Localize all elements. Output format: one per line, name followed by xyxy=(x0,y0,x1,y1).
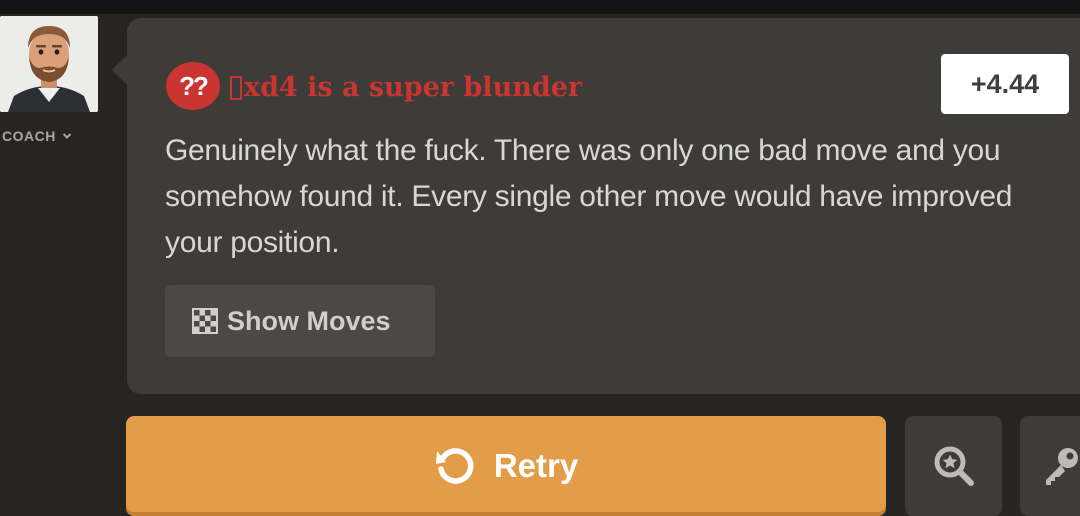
verdict-label: xd4 is a super blunder xyxy=(244,71,583,103)
retry-label: Retry xyxy=(493,447,579,484)
blunder-badge: ?? xyxy=(166,62,220,110)
evaluation-badge: +4.44 xyxy=(941,54,1069,114)
show-moves-button[interactable]: Show Moves xyxy=(165,285,435,357)
analysis-button[interactable] xyxy=(905,416,1002,516)
show-moves-label: Show Moves xyxy=(227,305,391,336)
coach-message: Genuinely what the fuck. There was only … xyxy=(165,134,1013,259)
retry-icon xyxy=(435,448,474,484)
chessboard-icon xyxy=(192,308,218,334)
bearded-man-avatar-icon xyxy=(0,16,98,112)
key-icon xyxy=(1046,448,1078,485)
coach-dropdown[interactable]: COACH xyxy=(2,128,72,144)
key-button[interactable] xyxy=(1020,416,1080,516)
coach-panel: COACH ?? xd4 is a super blunder +4.44 Ge… xyxy=(0,0,1080,516)
verdict-text: xd4 is a super blunder xyxy=(230,74,582,101)
chevron-down-icon xyxy=(62,133,72,139)
move-verdict: ?? xd4 is a super blunder xyxy=(166,62,582,110)
coach-avatar[interactable] xyxy=(0,16,98,112)
coach-label: COACH xyxy=(2,128,56,144)
top-divider xyxy=(0,0,1080,14)
missing-glyph-icon xyxy=(230,75,242,100)
retry-button[interactable]: Retry xyxy=(126,416,886,516)
speech-bubble-tail xyxy=(112,54,128,86)
magnifier-star-icon xyxy=(934,446,974,486)
